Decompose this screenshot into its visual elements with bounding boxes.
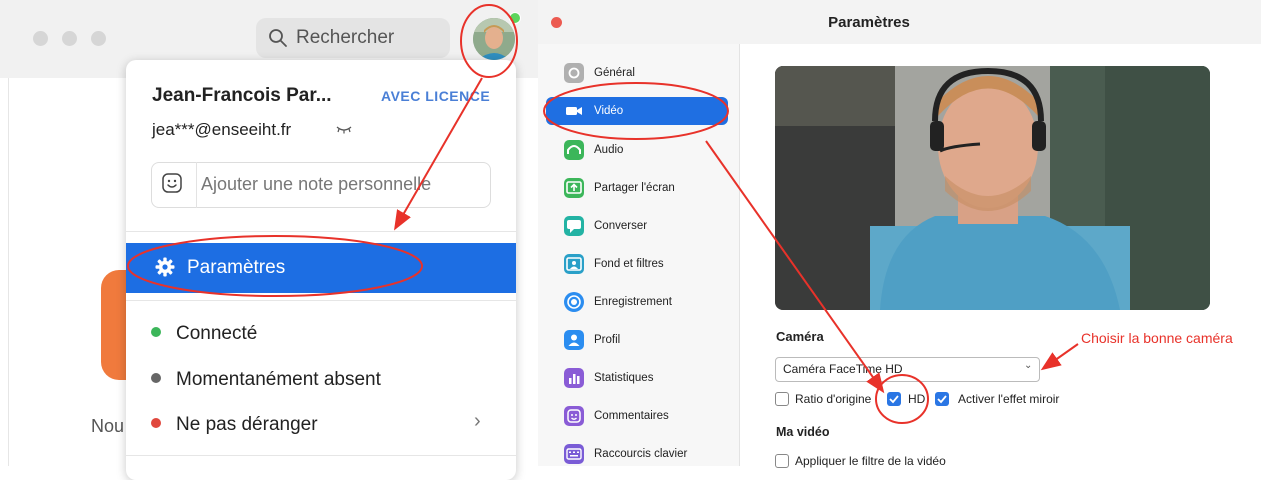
annotation-arrow-to-settings (394, 77, 483, 231)
annotation-circle-avatar (460, 4, 518, 78)
annotation-circle-settings (127, 235, 423, 297)
annotation-arrow-to-camera (1040, 343, 1079, 371)
annotation-overlay (127, 4, 1079, 424)
annotation-arrow-to-hd (705, 140, 885, 394)
annotation-circle-video (543, 82, 729, 140)
annotation-circle-hd (875, 374, 929, 424)
